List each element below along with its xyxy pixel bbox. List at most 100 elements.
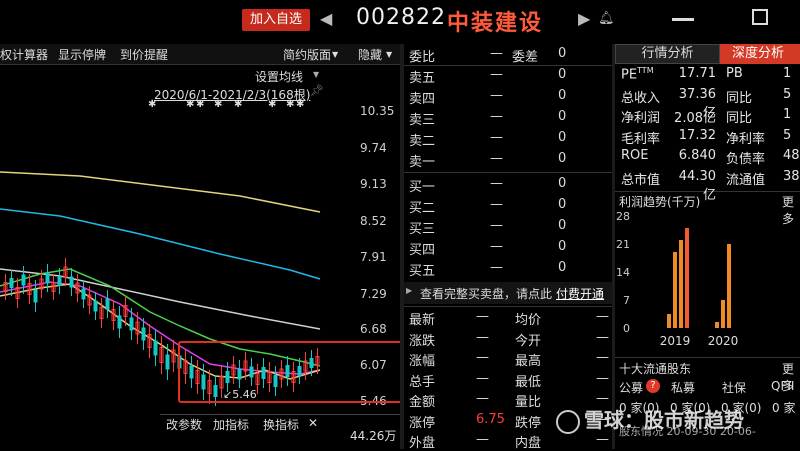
profit-trend-chart: 28 21 14 7 0 2019 2020 — [616, 210, 739, 348]
tab-market-analysis[interactable]: 行情分析 — [615, 44, 720, 64]
next-stock-icon[interactable]: ▶ — [578, 9, 590, 28]
dropdown-icon[interactable]: ▼ — [332, 50, 338, 59]
minimize-icon[interactable] — [672, 18, 694, 21]
asks-price: — — [490, 67, 503, 82]
ma-settings-button[interactable]: 设置均线 — [255, 68, 303, 85]
divider — [404, 65, 612, 66]
quote-label: 均价 — [515, 313, 542, 328]
y-tick: 9.13 — [360, 177, 387, 191]
tab-public-fund[interactable]: 公募 — [619, 379, 643, 396]
quote-value: — — [596, 411, 609, 427]
stock-name: 中装建设 — [447, 11, 544, 36]
show-halt-button[interactable]: 显示停牌 — [58, 46, 106, 63]
tab-private-fund[interactable]: 私募 — [671, 379, 695, 396]
profit-x-tick: 2020 — [708, 334, 739, 348]
holder-value: 0 家 — [772, 401, 796, 415]
top-bar: 加入自选 ◀ 002822 中装建设 ▶ 🔔︎ — [0, 0, 800, 40]
quote-value: — — [476, 350, 489, 365]
maximize-icon[interactable] — [752, 9, 768, 25]
quote-label: 量比 — [515, 395, 542, 410]
add-watchlist-button[interactable]: 加入自选 — [242, 9, 310, 31]
metric-value: 1 — [783, 66, 792, 81]
profit-bar — [667, 314, 671, 328]
play-icon: ▶ — [406, 286, 413, 295]
pin-icon[interactable]: 📌︎ — [310, 84, 324, 97]
edit-params-button[interactable]: 改参数 — [166, 416, 202, 433]
metric-name: 总收入 — [621, 90, 661, 106]
quote-value: 6.75 — [476, 411, 505, 427]
asks-price: — — [490, 88, 503, 103]
ratio-value: — — [490, 46, 503, 61]
rights-calculator-button[interactable]: 权计算器 — [0, 46, 48, 63]
candle-body — [69, 276, 74, 288]
metric-value: 17.71 — [678, 66, 716, 81]
quote-value: — — [596, 370, 609, 386]
quote-label: 总手 — [409, 374, 436, 390]
quote-label: 涨幅 — [409, 354, 436, 369]
profit-bar — [679, 240, 683, 328]
add-indicator-button[interactable]: 加指标 — [213, 416, 249, 433]
metric-name: PE — [621, 67, 638, 83]
y-tick: 10.35 — [360, 104, 395, 118]
candle-body — [21, 274, 26, 286]
quote-label: 最低 — [515, 374, 542, 390]
dropdown-icon[interactable]: ▼ — [386, 50, 392, 59]
bids-price: — — [490, 197, 503, 212]
stock-code: 002822 — [356, 5, 446, 30]
quote-value: — — [596, 309, 609, 324]
quote-value: — — [476, 432, 489, 447]
chart-toolbar: 权计算器 显示停牌 到价提醒 简约版面 ▼ 隐藏 ▼ — [0, 44, 400, 65]
bids-price: — — [490, 218, 503, 233]
hide-button[interactable]: 隐藏 — [358, 46, 382, 63]
metric-value: 1 — [783, 107, 792, 122]
asks-volume: 0 — [558, 109, 567, 124]
bids-label: 买四 — [409, 243, 436, 258]
divider — [400, 44, 404, 449]
price-alert-button[interactable]: 到价提醒 — [120, 46, 168, 63]
quote-value: — — [596, 329, 609, 345]
metric-label: 总收入 — [621, 87, 660, 106]
bell-icon[interactable]: 🔔︎ — [598, 11, 615, 26]
metric-value: 5 — [783, 127, 792, 143]
metric-label: 净利润 — [621, 107, 660, 126]
bids-volume: 0 — [558, 197, 567, 212]
close-icon[interactable]: ✕ — [308, 416, 318, 430]
candle-body — [141, 327, 146, 341]
y-tick: 7.29 — [360, 287, 387, 301]
asks-label: 卖二 — [409, 134, 436, 149]
metric-name: 总市值 — [621, 172, 661, 188]
quote-value: — — [596, 432, 609, 447]
bids-volume: 0 — [558, 176, 567, 191]
bids-label: 买一 — [409, 180, 436, 195]
bids-price: — — [490, 176, 503, 191]
tab-social-security[interactable]: 社保 — [722, 379, 746, 396]
help-icon[interactable]: ? — [646, 379, 660, 393]
metric-label: 同比 — [726, 90, 753, 106]
switch-indicator-button[interactable]: 换指标 — [263, 416, 299, 433]
candle-body — [45, 272, 50, 284]
dropdown-icon[interactable]: ▼ — [313, 70, 319, 79]
full-book-banner[interactable]: ▶ 查看完整买卖盘，请点此 付费开通 — [404, 282, 612, 304]
metric-label: 净利率 — [726, 131, 766, 147]
tab-depth-analysis[interactable]: 深度分析 — [720, 44, 800, 64]
profit-y-tick: 21 — [616, 238, 630, 251]
tab-qfii[interactable]: QFII — [771, 379, 794, 393]
metric-value: 5 — [783, 86, 792, 102]
asks-label: 卖三 — [409, 113, 436, 128]
metric-sup: TTM — [637, 66, 654, 75]
profit-y-tick: 0 — [623, 322, 630, 335]
profit-y-tick: 14 — [616, 266, 630, 279]
profit-bar — [715, 322, 719, 328]
y-tick: 9.74 — [360, 141, 387, 155]
simple-layout-button[interactable]: 简约版面 — [283, 46, 331, 63]
metric-name: 毛利率 — [621, 131, 661, 147]
diff-value: 0 — [558, 46, 567, 61]
prev-stock-icon[interactable]: ◀ — [320, 9, 332, 28]
bids-volume: 0 — [558, 239, 567, 254]
candle-body — [81, 288, 86, 300]
quote-value: — — [596, 391, 609, 406]
asks-volume: 0 — [558, 130, 567, 145]
metric-value: 17.32 — [678, 127, 716, 143]
pay-open-link[interactable]: 付费开通 — [556, 285, 604, 302]
profit-bar — [685, 228, 689, 328]
